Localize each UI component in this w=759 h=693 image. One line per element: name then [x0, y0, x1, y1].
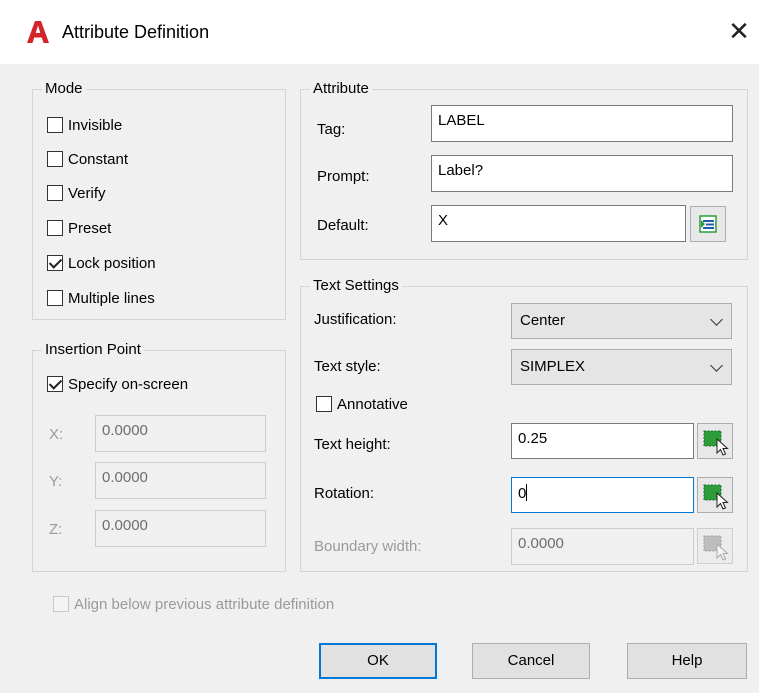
y-label: Y: — [49, 473, 63, 490]
rotation-label: Rotation: — [314, 485, 375, 502]
cancel-button[interactable]: Cancel — [472, 643, 590, 679]
preset-checkbox-box[interactable] — [47, 220, 63, 236]
text-settings-legend: Text Settings — [313, 277, 399, 294]
rotation-value: 0 — [518, 485, 527, 502]
insertion-point-legend: Insertion Point — [45, 341, 141, 358]
invisible-checkbox-box[interactable] — [47, 117, 63, 133]
verify-label: Verify — [68, 184, 106, 202]
boundary-width-input[interactable]: 0.0000 — [511, 528, 694, 565]
lock-position-checkbox[interactable]: Lock position — [47, 252, 156, 274]
rotation-pick-button[interactable] — [697, 477, 733, 513]
tag-label: Tag: — [317, 121, 346, 138]
constant-checkbox-box[interactable] — [47, 151, 63, 167]
window-title: Attribute Definition — [62, 22, 210, 42]
multiple-lines-checkbox-box[interactable] — [47, 290, 63, 306]
specify-on-screen-checkbox[interactable]: Specify on-screen — [47, 373, 188, 395]
lock-position-label: Lock position — [68, 254, 156, 272]
annotative-checkbox[interactable]: Annotative — [316, 393, 408, 415]
preset-checkbox[interactable]: Preset — [47, 217, 111, 239]
text-height-input[interactable]: 0.25 — [511, 423, 694, 459]
justification-dropdown[interactable]: Center — [511, 303, 732, 339]
lock-position-checkbox-box[interactable] — [47, 255, 63, 271]
boundary-width-pick-button[interactable] — [697, 528, 733, 564]
align-below-label: Align below previous attribute definitio… — [74, 595, 335, 613]
x-coordinate-input[interactable]: 0.0000 — [95, 415, 266, 452]
specify-on-screen-label: Specify on-screen — [68, 375, 189, 393]
preset-label: Preset — [68, 219, 112, 237]
help-button[interactable]: Help — [627, 643, 747, 679]
text-style-dropdown[interactable]: SIMPLEX — [511, 349, 732, 385]
autocad-app-icon — [26, 20, 50, 44]
align-below-checkbox[interactable]: Align below previous attribute definitio… — [53, 593, 334, 615]
pick-point-icon — [703, 430, 729, 456]
tag-input[interactable]: LABEL — [431, 105, 733, 142]
mode-legend: Mode — [45, 80, 83, 97]
multiple-lines-label: Multiple lines — [68, 289, 155, 307]
text-caret — [526, 484, 528, 501]
invisible-label: Invisible — [68, 116, 123, 134]
chevron-down-icon — [710, 359, 723, 372]
default-input[interactable]: X — [431, 205, 686, 242]
chevron-down-icon — [710, 313, 723, 326]
align-below-checkbox-box[interactable] — [53, 596, 69, 612]
text-height-pick-button[interactable] — [697, 423, 733, 459]
annotative-label: Annotative — [337, 395, 408, 413]
text-style-value: SIMPLEX — [520, 358, 586, 375]
multiple-lines-checkbox[interactable]: Multiple lines — [47, 287, 155, 309]
boundary-width-label: Boundary width: — [314, 538, 422, 555]
prompt-input[interactable]: Label? — [431, 155, 733, 192]
pick-point-icon — [703, 535, 729, 561]
invisible-checkbox[interactable]: Invisible — [47, 114, 122, 136]
verify-checkbox[interactable]: Verify — [47, 182, 106, 204]
ok-button[interactable]: OK — [319, 643, 437, 679]
rotation-input[interactable]: 0 — [511, 477, 694, 513]
constant-label: Constant — [68, 150, 129, 168]
constant-checkbox[interactable]: Constant — [47, 148, 128, 170]
annotative-checkbox-box[interactable] — [316, 396, 332, 412]
insert-field-icon — [699, 215, 717, 233]
z-coordinate-input[interactable]: 0.0000 — [95, 510, 266, 547]
y-coordinate-input[interactable]: 0.0000 — [95, 462, 266, 499]
x-label: X: — [49, 426, 64, 443]
default-label: Default: — [317, 217, 369, 234]
justification-value: Center — [520, 312, 566, 329]
insert-field-button[interactable] — [690, 206, 726, 242]
attribute-legend: Attribute — [313, 80, 369, 97]
z-label: Z: — [49, 521, 63, 538]
close-button[interactable]: ✕ — [724, 16, 754, 46]
text-height-label: Text height: — [314, 436, 391, 453]
prompt-label: Prompt: — [317, 168, 370, 185]
justification-label: Justification: — [314, 311, 397, 328]
verify-checkbox-box[interactable] — [47, 185, 63, 201]
text-style-label: Text style: — [314, 358, 381, 375]
specify-on-screen-checkbox-box[interactable] — [47, 376, 63, 392]
pick-point-icon — [703, 484, 729, 510]
